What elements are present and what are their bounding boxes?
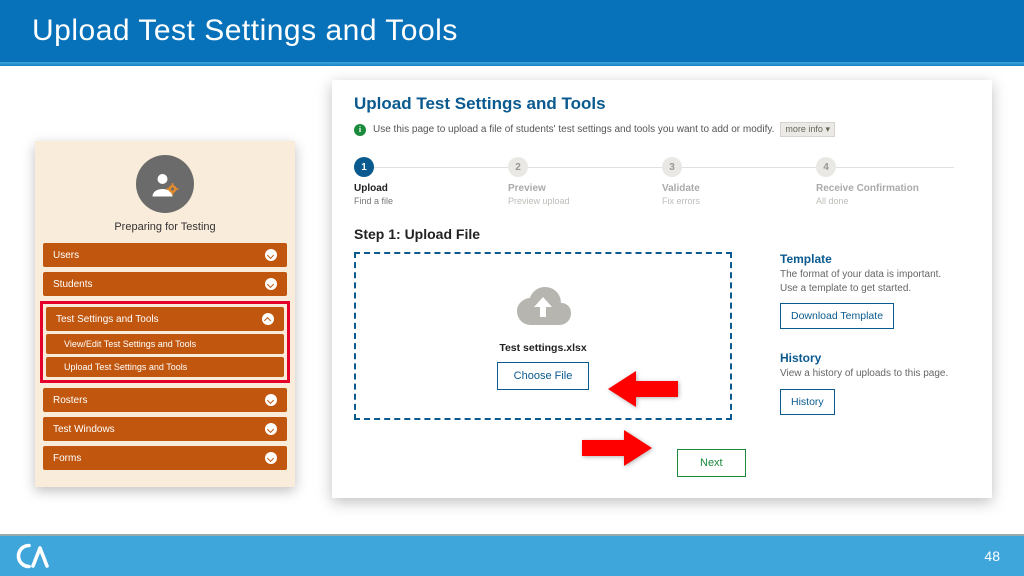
page-title: Upload Test Settings and Tools — [354, 94, 970, 114]
chevron-down-icon — [265, 452, 277, 464]
upload-cloud-icon — [511, 283, 575, 332]
nav-label: Forms — [53, 453, 81, 464]
logo-icon — [16, 542, 50, 570]
step-label: Receive Confirmation — [816, 183, 970, 194]
page-number: 48 — [984, 548, 1000, 564]
step-1: 1 Upload Find a file — [354, 157, 508, 206]
nav-item-rosters[interactable]: Rosters — [43, 388, 287, 412]
nav-item-test-windows[interactable]: Test Windows — [43, 417, 287, 441]
step-label: Preview — [508, 183, 662, 194]
template-block: Template The format of your data is impo… — [780, 252, 970, 329]
nav-subitem-view-edit[interactable]: View/Edit Test Settings and Tools — [46, 334, 284, 354]
nav-label: View/Edit Test Settings and Tools — [64, 339, 196, 349]
selected-filename: Test settings.xlsx — [499, 342, 586, 354]
step-circle: 4 — [816, 157, 836, 177]
next-button[interactable]: Next — [677, 449, 746, 477]
step-label: Validate — [662, 183, 816, 194]
nav-label: Test Windows — [53, 424, 115, 435]
nav-list: Users Students Test Settings and Tools V… — [35, 243, 295, 470]
nav-label: Upload Test Settings and Tools — [64, 362, 187, 372]
nav-label: Rosters — [53, 395, 87, 406]
callout-arrow-choose-file — [608, 369, 678, 414]
nav-label: Test Settings and Tools — [56, 314, 159, 325]
slide-footer: 48 — [0, 536, 1024, 576]
slide-body: Preparing for Testing Users Students Tes… — [0, 66, 1024, 536]
history-title: History — [780, 351, 970, 365]
step-circle: 2 — [508, 157, 528, 177]
logo — [16, 542, 50, 570]
step-sub: Fix errors — [662, 196, 816, 206]
stepper: 1 Upload Find a file 2 Preview Preview u… — [354, 157, 970, 206]
chevron-down-icon — [265, 278, 277, 290]
info-icon — [354, 124, 366, 136]
sidebar-title: Preparing for Testing — [35, 221, 295, 233]
intro-row: Use this page to upload a file of studen… — [354, 122, 970, 137]
history-block: History View a history of uploads to thi… — [780, 351, 970, 415]
chevron-down-icon — [265, 423, 277, 435]
chevron-down-icon — [265, 394, 277, 406]
step-3: 3 Validate Fix errors — [662, 157, 816, 206]
download-template-button[interactable]: Download Template — [780, 303, 894, 329]
step-2: 2 Preview Preview upload — [508, 157, 662, 206]
nav-item-forms[interactable]: Forms — [43, 446, 287, 470]
side-info: Template The format of your data is impo… — [780, 252, 970, 437]
nav-group-highlighted: Test Settings and Tools View/Edit Test S… — [40, 301, 290, 383]
step-sub: Find a file — [354, 196, 508, 206]
chevron-down-icon — [265, 249, 277, 261]
history-button[interactable]: History — [780, 389, 835, 415]
step-sub: All done — [816, 196, 970, 206]
choose-file-button[interactable]: Choose File — [497, 362, 590, 390]
nav-label: Users — [53, 250, 79, 261]
history-desc: View a history of uploads to this page. — [780, 367, 950, 381]
more-info-toggle[interactable]: more info — [780, 122, 835, 137]
intro-text: Use this page to upload a file of studen… — [373, 124, 774, 135]
slide-title: Upload Test Settings and Tools — [32, 14, 458, 48]
step-circle: 1 — [354, 157, 374, 177]
step-sub: Preview upload — [508, 196, 662, 206]
nav-label: Students — [53, 279, 92, 290]
main-card: Upload Test Settings and Tools Use this … — [332, 80, 992, 498]
nav-item-students[interactable]: Students — [43, 272, 287, 296]
step-4: 4 Receive Confirmation All done — [816, 157, 970, 206]
nav-item-test-settings[interactable]: Test Settings and Tools — [46, 307, 284, 331]
nav-subitem-upload[interactable]: Upload Test Settings and Tools — [46, 357, 284, 377]
slide-header: Upload Test Settings and Tools — [0, 0, 1024, 62]
step-heading: Step 1: Upload File — [354, 226, 970, 242]
avatar-wrap — [35, 141, 295, 213]
sidebar-card: Preparing for Testing Users Students Tes… — [35, 141, 295, 487]
chevron-up-icon — [262, 313, 274, 325]
callout-arrow-next — [582, 428, 652, 473]
step-label: Upload — [354, 183, 508, 194]
nav-item-users[interactable]: Users — [43, 243, 287, 267]
user-gear-icon — [136, 155, 194, 213]
template-title: Template — [780, 252, 970, 266]
step-circle: 3 — [662, 157, 682, 177]
template-desc: The format of your data is important. Us… — [780, 268, 950, 295]
